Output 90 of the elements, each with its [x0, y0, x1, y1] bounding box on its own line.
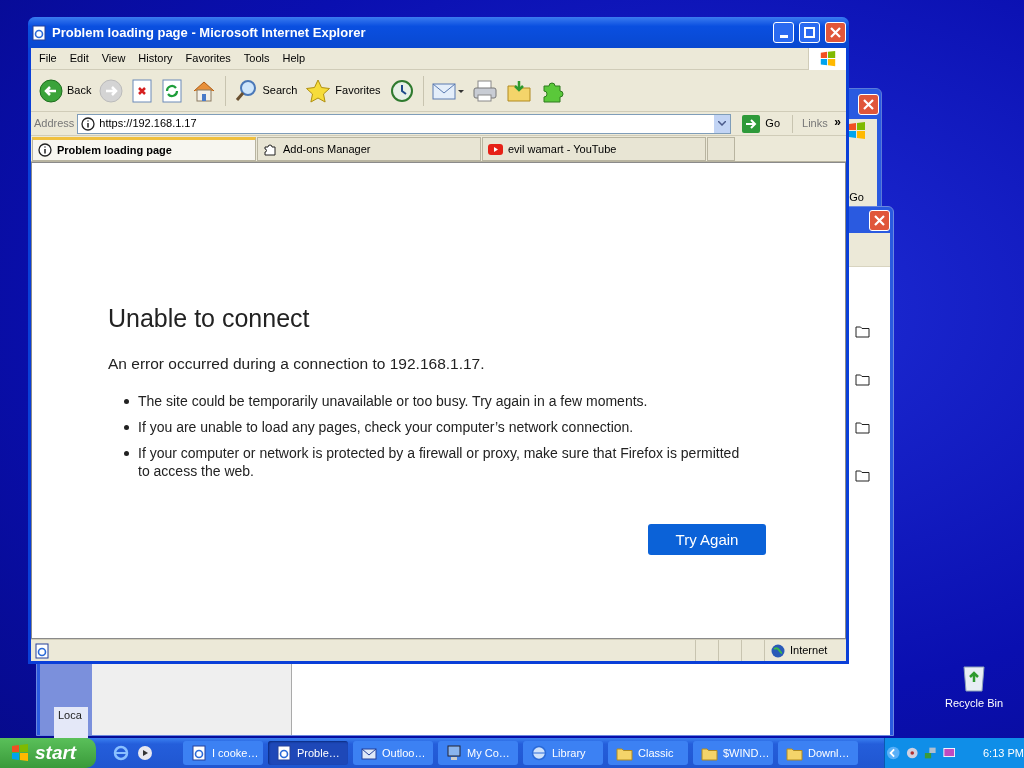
close-icon	[863, 99, 874, 110]
bullet-icon	[124, 425, 129, 431]
window-title: Problem loading page - Microsoft Internet Explorer	[52, 23, 367, 42]
pane-label: Loca	[57, 708, 83, 723]
tray-network-icon[interactable]	[924, 746, 937, 760]
browser-tab[interactable]: Add-ons Manager	[257, 137, 481, 161]
folder-icon	[855, 469, 870, 482]
error-message: An error occurred during a connection to 192.168.1.17.	[108, 354, 486, 374]
browser-page-icon	[34, 642, 50, 659]
close-icon	[874, 214, 885, 226]
maximize-button[interactable]	[799, 22, 820, 43]
folder-icon	[701, 745, 718, 761]
close-icon	[830, 27, 841, 38]
dropdown-button[interactable]	[714, 114, 731, 133]
refresh-button[interactable]	[161, 78, 184, 103]
folder-button[interactable]	[505, 78, 532, 103]
taskbar-button[interactable]: Library	[523, 741, 603, 765]
windows-flag-icon	[847, 121, 867, 141]
windows-flag-icon	[10, 743, 30, 763]
media-player-icon[interactable]	[137, 745, 153, 761]
go-label[interactable]: Go	[849, 189, 864, 206]
menu-item[interactable]: Tools	[243, 50, 270, 67]
menu-item[interactable]: Edit	[69, 50, 89, 67]
bullet-text: If you are unable to load any pages, check your computer’s network connection.	[138, 418, 634, 437]
clock: 6:13 PM	[983, 745, 1024, 761]
taskbar-button[interactable]: Proble…	[268, 741, 348, 765]
favorites-button[interactable]: Favorites	[305, 78, 381, 103]
close-button[interactable]	[825, 22, 846, 43]
error-heading: Unable to connect	[108, 303, 311, 333]
go-button[interactable]: Go	[742, 114, 794, 133]
tray-monitor-icon[interactable]	[942, 746, 955, 760]
info-icon	[38, 143, 52, 157]
chevron-icon	[718, 121, 727, 126]
folder-icon	[855, 421, 870, 434]
folder-arrow-icon	[505, 78, 532, 103]
close-button[interactable]	[858, 94, 879, 115]
more-chevron[interactable]: »	[834, 112, 846, 131]
taskbar-button[interactable]: $WIND…	[693, 741, 773, 765]
menu-item[interactable]: History	[138, 50, 173, 67]
printer-icon	[471, 78, 498, 103]
address-field[interactable]: https://192.168.1.17	[77, 113, 732, 134]
globe-page-icon	[531, 745, 547, 761]
browser-page-icon	[276, 745, 292, 761]
bullet-text: The site could be temporarily unavailable or too busy. Try again in a few moments.	[138, 392, 648, 411]
print-button[interactable]	[471, 78, 498, 103]
taskbar-button[interactable]: Outloo…	[353, 741, 433, 765]
folder-icon	[616, 745, 633, 761]
stop-button[interactable]	[131, 78, 154, 103]
browser-page-icon	[191, 745, 207, 761]
info-icon	[81, 116, 96, 131]
links-label[interactable]: Links	[802, 115, 832, 132]
browser-tab[interactable]: Problem loading page	[32, 137, 256, 161]
icon-label[interactable]: Recycle Bin	[944, 695, 1004, 712]
tray-disc-icon[interactable]	[905, 746, 918, 760]
taskbar-button[interactable]: Downl…	[778, 741, 858, 765]
history-button[interactable]	[388, 78, 415, 103]
envelope-icon	[361, 745, 377, 761]
maximize-icon	[804, 27, 815, 38]
bullet-icon	[124, 399, 129, 405]
taskbar-button[interactable]: My Co…	[438, 741, 518, 765]
browser-icon[interactable]	[113, 745, 129, 761]
minimize-button[interactable]	[773, 22, 794, 43]
computer-icon	[446, 745, 462, 761]
bullet-text: If your computer or network is protected by a firewall or proxy, make sure that Firefox is permitted to access the web.	[138, 444, 741, 481]
search-button[interactable]: Search	[234, 78, 298, 103]
address-label: Address	[34, 116, 75, 132]
menu-item[interactable]: View	[101, 50, 126, 67]
windows-flag-icon	[818, 49, 837, 68]
close-button[interactable]	[869, 209, 890, 231]
zone-label: Internet	[790, 643, 828, 659]
search-icon	[234, 78, 259, 103]
bullet-icon	[124, 451, 129, 457]
play-button-icon	[488, 143, 503, 155]
minimize-icon	[779, 35, 788, 38]
refresh-page-icon	[161, 78, 184, 103]
taskbar-button[interactable]: Classic	[608, 741, 688, 765]
folder-icon	[855, 373, 870, 386]
stop-page-icon	[131, 78, 154, 103]
chevron-left-icon[interactable]	[887, 746, 900, 760]
folder-icon	[855, 325, 870, 338]
taskbar-button[interactable]: I cooke…	[183, 741, 263, 765]
folder-icon	[786, 745, 803, 761]
menu-item[interactable]: Favorites	[185, 50, 231, 67]
browser-tab[interactable]: evil wamart - YouTube	[482, 137, 706, 161]
try-again-button[interactable]: Try Again	[648, 524, 766, 556]
menu-item[interactable]: File	[39, 50, 57, 67]
back-button[interactable]: Back	[39, 78, 92, 103]
star-icon	[305, 78, 332, 103]
menu-item[interactable]: Help	[282, 50, 306, 67]
browser-page-icon	[31, 24, 47, 41]
